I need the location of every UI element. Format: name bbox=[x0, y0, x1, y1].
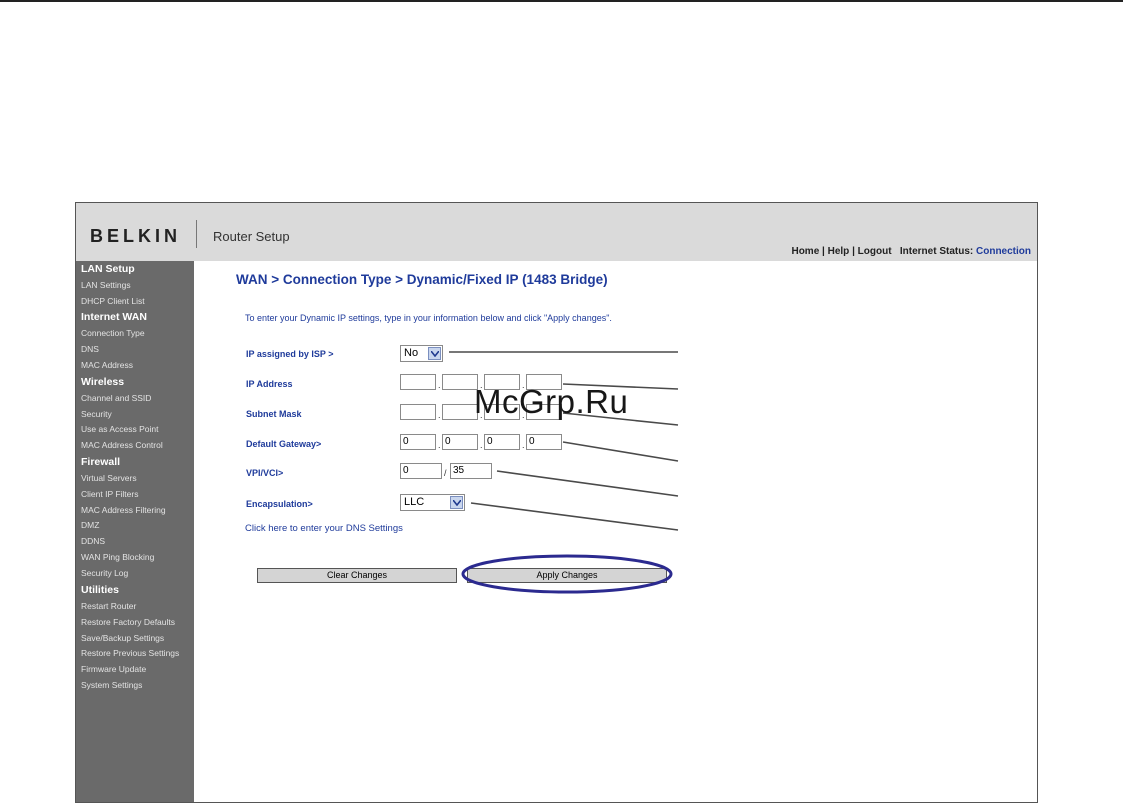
sidebar-section-internet-wan[interactable]: Internet WAN bbox=[81, 311, 147, 323]
sidebar-item-access-point[interactable]: Use as Access Point bbox=[81, 424, 158, 434]
logout-link[interactable]: Logout bbox=[858, 246, 892, 257]
vpi-vci-separator: / bbox=[444, 468, 447, 478]
default-gateway-octet-4[interactable]: 0 bbox=[526, 434, 562, 450]
sidebar-item-security-log[interactable]: Security Log bbox=[81, 568, 128, 578]
apply-changes-button[interactable]: Apply Changes bbox=[467, 568, 667, 583]
sidebar-item-system-settings[interactable]: System Settings bbox=[81, 680, 142, 690]
sidebar-item-client-ip-filters[interactable]: Client IP Filters bbox=[81, 489, 138, 499]
sidebar-section-firewall[interactable]: Firewall bbox=[81, 456, 120, 468]
ip-assigned-label: IP assigned by ISP > bbox=[246, 349, 334, 359]
intro-text: To enter your Dynamic IP settings, type … bbox=[245, 313, 612, 323]
sidebar-item-virtual-servers[interactable]: Virtual Servers bbox=[81, 473, 137, 483]
sidebar-item-firmware-update[interactable]: Firmware Update bbox=[81, 664, 146, 674]
page-title: WAN > Connection Type > Dynamic/Fixed IP… bbox=[236, 272, 608, 287]
page-top-rule bbox=[0, 0, 1123, 2]
ip-assigned-value: No bbox=[404, 347, 419, 359]
watermark-text: McGrp.Ru bbox=[474, 383, 629, 420]
sidebar-section-wireless[interactable]: Wireless bbox=[81, 376, 124, 388]
sidebar-item-lan-settings[interactable]: LAN Settings bbox=[81, 280, 131, 290]
internet-status-value: Connection bbox=[976, 246, 1031, 257]
sidebar-item-dmz[interactable]: DMZ bbox=[81, 520, 99, 530]
vci-input[interactable]: 35 bbox=[450, 463, 492, 479]
sidebar-item-dhcp-client-list[interactable]: DHCP Client List bbox=[81, 296, 145, 306]
encapsulation-value: LLC bbox=[404, 496, 425, 508]
default-gateway-octet-2[interactable]: 0 bbox=[442, 434, 478, 450]
octet-dot: . bbox=[480, 440, 483, 450]
octet-dot: . bbox=[438, 410, 441, 420]
dns-settings-link[interactable]: Click here to enter your DNS Settings bbox=[245, 523, 403, 534]
sidebar-item-mac-address[interactable]: MAC Address bbox=[81, 360, 133, 370]
vpi-vci-label: VPI/VCI> bbox=[246, 468, 284, 478]
nav-separator: | bbox=[849, 246, 858, 257]
sidebar-item-mac-address-control[interactable]: MAC Address Control bbox=[81, 440, 163, 450]
sidebar-section-lan-setup[interactable]: LAN Setup bbox=[81, 263, 135, 275]
help-link[interactable]: Help bbox=[828, 246, 850, 257]
router-ui-window: BELKIN Router Setup Home | Help | Logout… bbox=[75, 202, 1038, 803]
sidebar-item-channel-ssid[interactable]: Channel and SSID bbox=[81, 393, 151, 403]
default-gateway-label: Default Gateway> bbox=[246, 439, 322, 449]
vpi-input[interactable]: 0 bbox=[400, 463, 442, 479]
sidebar-item-connection-type[interactable]: Connection Type bbox=[81, 328, 145, 338]
ip-address-octet-1[interactable] bbox=[400, 374, 436, 390]
subnet-mask-octet-1[interactable] bbox=[400, 404, 436, 420]
sidebar-section-utilities[interactable]: Utilities bbox=[81, 584, 119, 596]
sidebar-item-wan-ping-blocking[interactable]: WAN Ping Blocking bbox=[81, 552, 154, 562]
sidebar-item-restore-factory-defaults[interactable]: Restore Factory Defaults bbox=[81, 617, 175, 627]
octet-dot: . bbox=[522, 440, 525, 450]
sidebar-item-dns[interactable]: DNS bbox=[81, 344, 99, 354]
ip-address-label: IP Address bbox=[246, 379, 293, 389]
octet-dot: . bbox=[438, 380, 441, 390]
top-nav: Home | Help | Logout Internet Status: Co… bbox=[791, 246, 1031, 257]
ip-address-octet-2[interactable] bbox=[442, 374, 478, 390]
default-gateway-octet-1[interactable]: 0 bbox=[400, 434, 436, 450]
clear-changes-button[interactable]: Clear Changes bbox=[257, 568, 457, 583]
sidebar: LAN Setup LAN Settings DHCP Client List … bbox=[76, 261, 194, 802]
default-gateway-octet-3[interactable]: 0 bbox=[484, 434, 520, 450]
encapsulation-label: Encapsulation> bbox=[246, 499, 313, 509]
octet-dot: . bbox=[438, 440, 441, 450]
subnet-mask-octet-2[interactable] bbox=[442, 404, 478, 420]
chevron-down-icon bbox=[428, 347, 441, 360]
sidebar-item-restore-previous-settings[interactable]: Restore Previous Settings bbox=[81, 648, 179, 658]
ip-assigned-select[interactable]: No bbox=[400, 345, 443, 362]
encapsulation-select[interactable]: LLC bbox=[400, 494, 465, 511]
logo-divider bbox=[196, 220, 197, 248]
app-title: Router Setup bbox=[213, 229, 290, 244]
nav-separator: | bbox=[819, 246, 828, 257]
sidebar-item-restart-router[interactable]: Restart Router bbox=[81, 601, 136, 611]
subnet-mask-label: Subnet Mask bbox=[246, 409, 302, 419]
sidebar-item-ddns[interactable]: DDNS bbox=[81, 536, 105, 546]
belkin-logo: BELKIN bbox=[90, 226, 181, 246]
chevron-down-icon bbox=[450, 496, 463, 509]
sidebar-item-mac-address-filtering[interactable]: MAC Address Filtering bbox=[81, 505, 166, 515]
main-content: WAN > Connection Type > Dynamic/Fixed IP… bbox=[194, 261, 1037, 802]
header-bar: BELKIN Router Setup Home | Help | Logout… bbox=[76, 203, 1037, 261]
sidebar-item-save-backup-settings[interactable]: Save/Backup Settings bbox=[81, 633, 164, 643]
home-link[interactable]: Home bbox=[791, 246, 819, 257]
sidebar-item-security[interactable]: Security bbox=[81, 409, 112, 419]
internet-status-label: Internet Status: bbox=[899, 246, 974, 257]
